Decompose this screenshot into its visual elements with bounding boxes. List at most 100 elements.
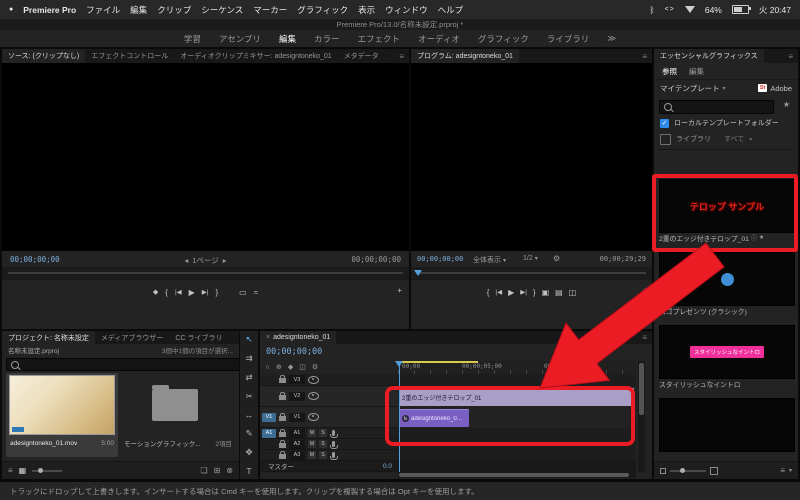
track-badge[interactable]: A1 [289, 428, 305, 438]
tab-sequence[interactable]: × adesigntoneko_01 [260, 331, 337, 344]
chevron-down-icon[interactable]: ▾ [789, 467, 792, 474]
eg-tab-browse[interactable]: 参照 [662, 66, 677, 77]
zoom-slider[interactable] [32, 467, 63, 473]
tab-source-monitor[interactable]: ソース: (クリップなし) [2, 49, 86, 63]
slider-thumb[interactable] [38, 467, 44, 473]
menu-view[interactable]: 表示 [358, 4, 375, 16]
program-playhead[interactable] [414, 270, 422, 276]
source-patch[interactable] [262, 440, 276, 449]
timeline-ruler[interactable]: 00;00 00;00;05;00 00;00;10;00 [398, 361, 636, 375]
play-icon[interactable]: ▶ [508, 288, 514, 297]
drag-video-icon[interactable]: ▭ [239, 288, 247, 297]
tab-cc-libraries[interactable]: CC ライブラリ [169, 331, 228, 344]
libraries-scope-select[interactable]: すべて [724, 134, 744, 144]
pen-tool[interactable]: ✎ [245, 428, 252, 439]
tab-program-monitor[interactable]: プログラム: adesigntoneko_01 [411, 49, 519, 63]
timeline-horizontal-scrollbar[interactable] [398, 472, 636, 478]
source-viewer[interactable] [2, 63, 409, 251]
menu-help[interactable]: ヘルプ [438, 4, 464, 16]
new-item-icon[interactable]: ⊞ [214, 466, 221, 475]
timeline-vertical-scrollbar[interactable] [638, 361, 645, 472]
clip-thumbnail[interactable] [9, 375, 115, 435]
track-header-a2[interactable]: A2 M S [260, 439, 398, 450]
wifi-icon[interactable] [684, 6, 695, 13]
hand-tool[interactable]: ✥ [245, 447, 252, 458]
extract-icon[interactable]: ▤ [555, 288, 563, 297]
lock-icon[interactable] [279, 412, 286, 421]
track-header-master[interactable]: マスター 0.0 [260, 461, 398, 472]
panel-menu-icon[interactable]: ≡ [637, 331, 652, 344]
track-visibility-icon[interactable] [308, 392, 319, 400]
tab-audio-clip-mixer[interactable]: オーディオクリップミキサー: adesigntoneko_01 [174, 49, 337, 63]
angle-brackets-icon[interactable]: <> [665, 6, 675, 13]
project-search-input[interactable] [6, 358, 239, 371]
mute-button[interactable]: M [308, 451, 316, 459]
program-viewer[interactable] [411, 63, 652, 251]
template-item-logo[interactable]: ロゴプレゼンツ (クラシック) [659, 305, 793, 316]
track-header-a3[interactable]: A3 M S [260, 450, 398, 461]
tab-essential-graphics[interactable]: エッセンシャルグラフィックス [654, 49, 764, 63]
lock-icon[interactable] [279, 391, 286, 400]
track-header-v3[interactable]: V3 [260, 374, 398, 386]
menubar-clock[interactable]: 火 20:47 [759, 4, 791, 16]
apple-menu-icon[interactable]: ● [9, 6, 13, 13]
panel-menu-icon[interactable]: ≡ [783, 49, 798, 63]
source-patch[interactable] [262, 451, 276, 460]
close-icon[interactable]: × [266, 334, 270, 341]
mark-out-icon[interactable]: } [215, 288, 218, 297]
lift-icon[interactable]: ▣ [542, 288, 550, 297]
zoom-in-icon[interactable] [710, 466, 718, 475]
step-forward-icon[interactable]: ▶| [520, 288, 527, 296]
template-thumbnail-partial[interactable] [659, 398, 795, 452]
mark-in-icon[interactable]: { [165, 288, 168, 297]
menu-file[interactable]: ファイル [86, 4, 120, 16]
menu-sequence[interactable]: シーケンス [201, 4, 243, 16]
zoom-out-icon[interactable] [660, 467, 666, 474]
scrollbar-thumb[interactable] [399, 473, 629, 477]
track-select-tool[interactable]: ⇉ [245, 353, 252, 364]
source-patch-audio[interactable]: A1 [262, 428, 276, 438]
workspace-tab-libraries[interactable]: ライブラリ [547, 33, 590, 45]
eg-tab-edit[interactable]: 編集 [689, 66, 704, 77]
linked-selection-icon[interactable]: ⊕ [276, 363, 282, 371]
razor-tool[interactable]: ✂ [245, 391, 252, 402]
slider-thumb[interactable] [680, 467, 685, 473]
source-patch[interactable] [262, 392, 276, 401]
adobe-stock-icon[interactable]: St [757, 84, 768, 92]
workspace-tab-audio[interactable]: オーディオ [418, 33, 460, 45]
bluetooth-icon[interactable]: ᛒ [650, 5, 655, 15]
voiceover-mic-icon[interactable] [330, 430, 338, 438]
mark-out-icon[interactable]: } [533, 288, 536, 297]
track-badge[interactable]: V2 [289, 391, 305, 401]
settings-wrench-icon[interactable]: ⚙ [553, 254, 560, 263]
workspace-tab-effects[interactable]: エフェクト [357, 33, 400, 45]
ripple-edit-tool[interactable]: ⇄ [245, 372, 252, 383]
menu-edit[interactable]: 編集 [130, 4, 147, 16]
slip-tool[interactable]: ↔ [245, 410, 254, 420]
menu-marker[interactable]: マーカー [253, 4, 287, 16]
lock-icon[interactable] [279, 439, 286, 448]
timeline-current-timecode[interactable]: 00;00;00;00 [266, 347, 322, 357]
template-search-input[interactable] [659, 100, 774, 114]
icon-view-icon[interactable]: ▦ [19, 466, 27, 475]
new-bin-icon[interactable]: ❏ [200, 466, 207, 475]
library-select[interactable]: マイテンプレート [660, 83, 720, 94]
fit-select[interactable]: 全体表示 [473, 255, 501, 265]
zoom-level-select[interactable]: 1/2 [523, 255, 533, 262]
workspace-tab-graphics[interactable]: グラフィック [478, 33, 529, 45]
thumbnail-size-slider[interactable] [670, 467, 706, 473]
timeline-display-settings-icon[interactable]: ◫ [299, 363, 306, 371]
track-badge[interactable]: A2 [289, 439, 305, 449]
panel-menu-icon[interactable]: ≡ [637, 49, 652, 63]
workspace-tab-color[interactable]: カラー [314, 33, 340, 45]
track-header-v2[interactable]: V2 [260, 386, 398, 407]
mute-button[interactable]: M [308, 429, 316, 437]
delete-icon[interactable]: ⊗ [226, 466, 233, 475]
add-marker-icon[interactable]: ◆ [288, 363, 293, 371]
page-next-icon[interactable]: ▸ [223, 256, 227, 265]
timeline-settings-icon[interactable]: ⚙ [312, 363, 318, 371]
source-patch-video[interactable]: V1 [262, 412, 276, 422]
tab-project[interactable]: プロジェクト: 名称未設定 [2, 331, 95, 344]
voiceover-mic-icon[interactable] [330, 452, 338, 460]
track-badge[interactable]: A3 [289, 450, 305, 460]
